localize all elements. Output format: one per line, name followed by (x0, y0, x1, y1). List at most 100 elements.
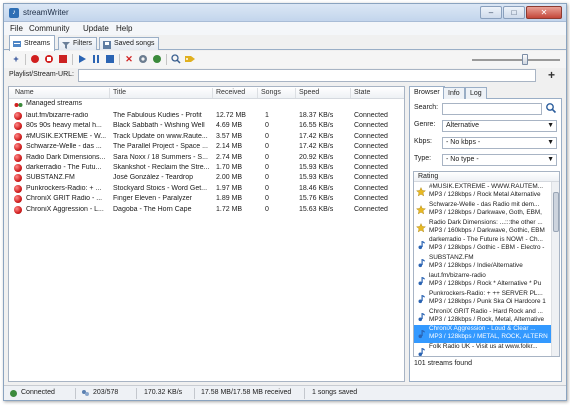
list-item[interactable]: ChroniX GRIT Radio - Hard Rock and ... MP… (414, 308, 551, 326)
stop-record-icon[interactable] (57, 53, 69, 65)
tab-saved-songs[interactable]: Saved songs (99, 37, 160, 50)
table-row[interactable]: ChroniX GRIT Radio - ... Finger Eleven - … (9, 194, 404, 204)
search-icon[interactable] (170, 53, 182, 65)
menu-update[interactable]: Update (83, 24, 109, 33)
saved-songs-icon (103, 41, 111, 49)
list-item[interactable]: Radio Dark Dimensions: ...:::the other .… (414, 219, 551, 237)
list-item[interactable]: #MUSIK.EXTREME - WWW.RAUTEM... MP3 / 128k… (414, 183, 551, 201)
status-connection: Connected (21, 389, 55, 396)
status-songs-saved: 1 songs saved (312, 389, 358, 396)
tab-filters[interactable]: Filters (58, 37, 98, 50)
column-state[interactable]: State (354, 89, 370, 96)
table-row[interactable]: darkerradio - The Futu... Skankshot - Rec… (9, 163, 404, 173)
cell-speed: 20.92 KB/s (299, 153, 334, 161)
cell-name: darkerradio - The Futu... (26, 164, 102, 171)
cell-speed: 18.46 KB/s (299, 184, 334, 192)
menu-help[interactable]: Help (116, 24, 132, 33)
cell-state: Connected (354, 184, 388, 192)
cell-title: Skankshot - Reclaim the Stre... (113, 164, 210, 171)
table-row[interactable]: 80s 90s heavy metal h... Black Sabbath - … (9, 121, 404, 131)
column-songs[interactable]: Songs (261, 89, 281, 96)
browser-search-input[interactable] (442, 103, 542, 115)
cell-received: 12.72 MB (216, 112, 246, 119)
list-item[interactable]: Schwarze-Welle - das Radio mit dem... MP3… (414, 201, 551, 219)
chevron-down-icon: ▼ (547, 122, 554, 129)
star-icon (416, 204, 426, 215)
browser-panel: Browser Info Log Search: Genre: Alternat… (409, 86, 562, 382)
table-row[interactable]: laut.fm/bizarre-radio The Fabulous Kudies… (9, 111, 404, 121)
genre-select[interactable]: Alternative ▼ (442, 120, 557, 132)
cell-name: SUBSTANZ.FM (26, 174, 75, 182)
table-row[interactable]: SUBSTANZ.FM José González - Teardrop 2.00 … (9, 173, 404, 183)
list-item[interactable]: darkerradio - The Future is NOW! - Ch...… (414, 236, 551, 254)
search-icon[interactable] (545, 102, 557, 114)
connection-icon (10, 390, 17, 397)
refresh-icon[interactable] (151, 53, 163, 65)
tab-log[interactable]: Log (465, 87, 487, 99)
tab-streams[interactable]: Streams (9, 35, 56, 51)
settings-icon[interactable] (137, 53, 149, 65)
cell-title: The Fabulous Kudies - Profit (113, 112, 202, 119)
url-row: Playlist/Stream-URL: + (4, 69, 566, 83)
list-item[interactable]: SUBSTANZ.FM MP3 / 128kbps / Indie/Alterna… (414, 254, 551, 272)
item-title: Radio Dark Dimensions: ...:::the other .… (429, 218, 543, 226)
group-label: Managed streams (26, 100, 83, 107)
toolbar: + ✕ (4, 51, 566, 68)
column-name[interactable]: Name (15, 89, 34, 96)
column-title[interactable]: Title (113, 89, 126, 96)
table-row[interactable]: Schwarze-Welle - das ... The Parallel Pro… (9, 142, 404, 152)
recording-icon (14, 184, 22, 193)
maximize-button[interactable]: □ (503, 6, 525, 19)
table-row[interactable]: Radio Dark Dimensions... Sara Noxx / 18 S… (9, 153, 404, 163)
list-item[interactable]: ChroniX Aggression - Loud & Clear ... MP3… (414, 325, 551, 344)
streams-found: 101 streams found (414, 360, 472, 367)
stream-url-input[interactable] (78, 69, 536, 82)
list-header[interactable]: Rating (414, 172, 559, 182)
list-item[interactable]: Punkrockers-Radio: + ++ SERVER PL... MP3 … (414, 290, 551, 308)
add-url-button[interactable]: + (545, 69, 558, 82)
table-row[interactable]: ChroniX Aggression - L... Dagoba - The Ho… (9, 205, 404, 215)
volume-slider-thumb[interactable] (521, 54, 528, 65)
pause-icon[interactable] (90, 53, 102, 65)
kbps-select[interactable]: - No kbps - ▼ (442, 137, 557, 149)
managed-streams-group[interactable]: Managed streams (9, 99, 404, 110)
item-details: MP3 / 128kbps / Indie/Alternative (429, 262, 523, 270)
column-speed[interactable]: Speed (299, 89, 319, 96)
table-row[interactable]: #MUSIK.EXTREME - W... Track Update on www… (9, 132, 404, 142)
browser-content: Search: Genre: Alternative ▼ Kbps: - No k… (409, 99, 562, 382)
vertical-scrollbar[interactable] (551, 182, 559, 356)
cell-state: Connected (354, 174, 388, 182)
star-icon (416, 187, 426, 197)
stop-icon[interactable] (104, 53, 116, 65)
tab-browser[interactable]: Browser (409, 86, 445, 100)
tab-info[interactable]: Info (443, 87, 465, 99)
menu-community[interactable]: Community (29, 24, 69, 33)
cell-songs: 0 (265, 132, 269, 140)
cell-title: Finger Eleven - Paralyzer (113, 195, 192, 203)
cell-state: Connected (354, 143, 388, 151)
cell-name: laut.fm/bizarre-radio (26, 112, 89, 119)
cell-state: Connected (354, 205, 388, 213)
volume-slider-track[interactable] (472, 59, 560, 61)
minimize-button[interactable]: – (480, 6, 502, 19)
list-item[interactable]: Folk Radio UK - Visit us at www.folkr... (414, 343, 551, 356)
cell-speed: 15.63 KB/s (299, 205, 334, 213)
tag-icon[interactable] (184, 53, 196, 65)
close-button[interactable]: ✕ (526, 6, 562, 19)
record-icon[interactable] (29, 53, 41, 65)
list-item[interactable]: laut.fm/bizarre-radio MP3 / 128kbps / Roc… (414, 272, 551, 290)
add-stream-icon[interactable]: + (10, 53, 22, 65)
table-row[interactable]: Punkrockers-Radio: + ... Stockyard Stoics… (9, 184, 404, 194)
note-icon (418, 241, 425, 250)
type-select[interactable]: - No type - ▼ (442, 154, 557, 166)
browser-tabs: Browser Info Log (409, 86, 562, 100)
column-received[interactable]: Received (216, 89, 245, 96)
recording-icon (14, 164, 22, 172)
menu-file[interactable]: File (10, 24, 23, 33)
record-multiple-icon[interactable] (43, 53, 55, 65)
cell-state: Connected (354, 195, 388, 203)
cell-songs: 0 (265, 195, 269, 203)
play-icon[interactable] (76, 53, 88, 65)
remove-icon[interactable]: ✕ (123, 53, 135, 65)
scrollbar-thumb[interactable] (553, 192, 559, 232)
